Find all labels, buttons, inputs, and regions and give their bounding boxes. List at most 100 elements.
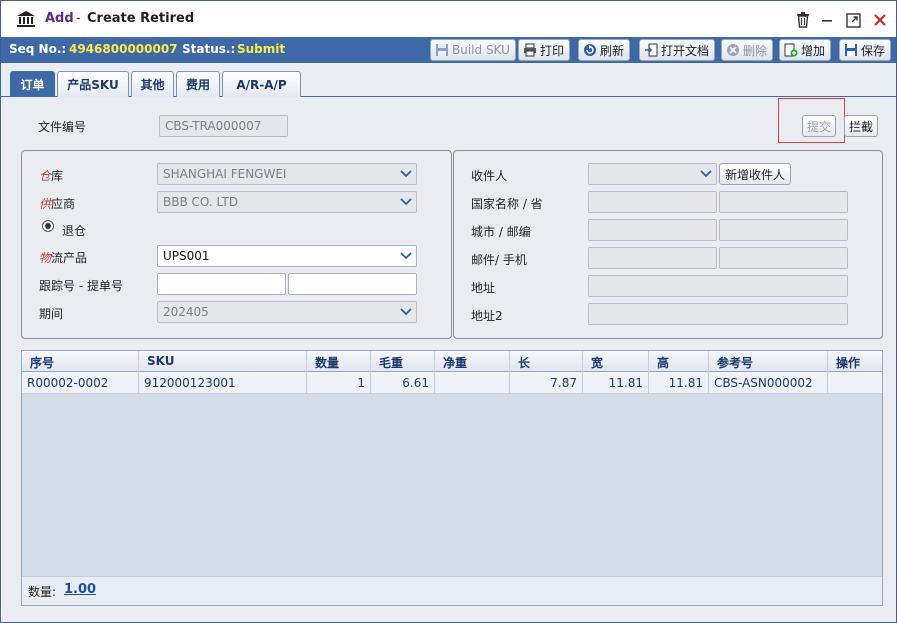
column-header[interactable]: 毛重 bbox=[371, 351, 435, 372]
tab-other[interactable]: 其他 bbox=[131, 71, 174, 97]
submit-button[interactable]: 提交 bbox=[802, 115, 836, 137]
left-panel: 仓库 SHANGHAI FENGWEI 供应商 BBB CO. LTD 退仓 物… bbox=[21, 150, 452, 339]
column-header[interactable]: 宽 bbox=[583, 351, 649, 372]
grid-header: 序号 SKU 数量 毛重 净重 长 宽 高 参考号 操作 bbox=[22, 351, 882, 372]
total-quantity-value: 1.00 bbox=[64, 582, 97, 597]
email-field[interactable] bbox=[588, 247, 717, 269]
address2-label: 地址2 bbox=[471, 309, 503, 323]
email-phone-label: 邮件/ 手机 bbox=[471, 253, 527, 267]
table-cell: 6.61 bbox=[371, 372, 435, 394]
province-field[interactable] bbox=[719, 191, 848, 213]
table-cell: CBS-ASN000002 bbox=[709, 372, 828, 394]
supplier-label: 供应商 bbox=[39, 197, 76, 211]
info-toolbar: Seq No.: 4946800000007 Status.: Submit B… bbox=[1, 37, 896, 63]
period-label: 期间 bbox=[39, 307, 64, 321]
total-quantity-label: 数量: bbox=[28, 585, 57, 599]
column-header[interactable]: 长 bbox=[510, 351, 583, 372]
city-field[interactable] bbox=[588, 219, 717, 241]
status-value: Submit bbox=[237, 42, 286, 56]
title-prefix: Add bbox=[45, 11, 74, 26]
chevron-down-icon bbox=[399, 196, 413, 208]
address-label: 地址 bbox=[471, 281, 496, 295]
zip-field[interactable] bbox=[719, 219, 848, 241]
seq-label: Seq No.: bbox=[9, 42, 67, 56]
bill-number-input[interactable] bbox=[288, 273, 417, 295]
status-label: Status.: bbox=[182, 42, 236, 56]
table-cell: 1 bbox=[307, 372, 371, 394]
column-header[interactable]: 参考号 bbox=[709, 351, 828, 372]
tracking-number-input[interactable] bbox=[157, 273, 286, 295]
country-field[interactable] bbox=[588, 191, 717, 213]
block-button[interactable]: 拦截 bbox=[844, 115, 878, 137]
table-row[interactable]: R00002-0002 912000123001 1 6.61 7.87 11.… bbox=[22, 372, 882, 394]
title-separator: - bbox=[76, 11, 81, 26]
recipient-select[interactable] bbox=[588, 163, 717, 185]
table-cell: 7.87 bbox=[510, 372, 583, 394]
period-select[interactable]: 202405 bbox=[157, 301, 417, 323]
supplier-value: BBB CO. LTD bbox=[163, 195, 239, 209]
doc-number-label: 文件编号 bbox=[38, 120, 87, 134]
open-document-label: 打开文档 bbox=[661, 43, 710, 58]
address2-field[interactable] bbox=[588, 303, 848, 325]
return-radio[interactable] bbox=[42, 220, 54, 232]
add-label: 增加 bbox=[801, 43, 826, 58]
delete-circle-icon bbox=[726, 43, 740, 57]
save-button[interactable]: 保存 bbox=[839, 39, 892, 61]
column-header[interactable]: 高 bbox=[649, 351, 709, 372]
city-zip-label: 城市 / 邮编 bbox=[471, 225, 531, 239]
table-cell: 11.81 bbox=[583, 372, 649, 394]
country-province-label: 国家名称 / 省 bbox=[471, 197, 543, 211]
right-panel: 收件人 新增收件人 国家名称 / 省 城市 / 邮编 邮件/ 手机 地址 地址2 bbox=[453, 150, 883, 339]
print-label: 打印 bbox=[540, 43, 565, 58]
column-header[interactable]: 序号 bbox=[22, 351, 139, 372]
delete-label: 删除 bbox=[743, 43, 768, 58]
refresh-label: 刷新 bbox=[600, 43, 625, 58]
address-field[interactable] bbox=[588, 275, 848, 297]
open-document-button[interactable]: 打开文档 bbox=[639, 39, 716, 61]
save-disk-icon bbox=[435, 43, 449, 57]
minimize-icon[interactable] bbox=[819, 12, 835, 28]
table-cell bbox=[435, 372, 510, 394]
column-header[interactable]: 净重 bbox=[435, 351, 510, 372]
warehouse-select[interactable]: SHANGHAI FENGWEI bbox=[157, 163, 417, 185]
column-header[interactable]: 数量 bbox=[307, 351, 371, 372]
column-header[interactable]: 操作 bbox=[828, 351, 882, 372]
window-title: Create Retired bbox=[87, 11, 195, 26]
tab-product-sku[interactable]: 产品SKU bbox=[57, 71, 129, 97]
table-cell: 912000123001 bbox=[139, 372, 307, 394]
add-document-icon bbox=[784, 43, 798, 57]
chevron-down-icon bbox=[699, 168, 713, 180]
delete-button[interactable]: 删除 bbox=[721, 39, 774, 61]
items-grid: 序号 SKU 数量 毛重 净重 长 宽 高 参考号 操作 R00002-0002… bbox=[21, 350, 883, 606]
print-button[interactable]: 打印 bbox=[518, 39, 571, 61]
build-sku-button[interactable]: Build SKU bbox=[430, 39, 516, 61]
table-cell: 11.81 bbox=[649, 372, 709, 394]
add-button[interactable]: 增加 bbox=[779, 39, 832, 61]
phone-field[interactable] bbox=[719, 247, 848, 269]
supplier-select[interactable]: BBB CO. LTD bbox=[157, 191, 417, 213]
doc-number-field[interactable]: CBS-TRA000007 bbox=[159, 115, 288, 137]
add-recipient-button[interactable]: 新增收件人 bbox=[719, 163, 791, 185]
recipient-label: 收件人 bbox=[471, 169, 508, 183]
maximize-icon[interactable] bbox=[845, 12, 861, 28]
refresh-icon bbox=[583, 43, 597, 57]
refresh-button[interactable]: 刷新 bbox=[578, 39, 631, 61]
trash-icon[interactable] bbox=[795, 12, 811, 28]
logistics-select[interactable]: UPS001 bbox=[157, 245, 417, 267]
open-document-icon bbox=[644, 43, 658, 57]
create-retired-window: Add - Create Retired Seq No.: 4946800000… bbox=[0, 0, 897, 623]
warehouse-value: SHANGHAI FENGWEI bbox=[163, 167, 287, 181]
tab-ar-ap[interactable]: A/R-A/P bbox=[222, 71, 301, 97]
table-cell bbox=[828, 372, 882, 394]
seq-value: 4946800000007 bbox=[69, 42, 178, 56]
printer-icon bbox=[523, 43, 537, 57]
column-header[interactable]: SKU bbox=[139, 351, 307, 372]
chevron-down-icon bbox=[399, 306, 413, 318]
close-icon[interactable] bbox=[872, 12, 888, 28]
build-sku-label: Build SKU bbox=[452, 43, 510, 57]
period-value: 202405 bbox=[163, 305, 209, 319]
tab-order[interactable]: 订单 bbox=[10, 71, 55, 97]
save-label: 保存 bbox=[861, 43, 886, 58]
tab-fees[interactable]: 费用 bbox=[176, 71, 220, 97]
chevron-down-icon bbox=[399, 250, 413, 262]
